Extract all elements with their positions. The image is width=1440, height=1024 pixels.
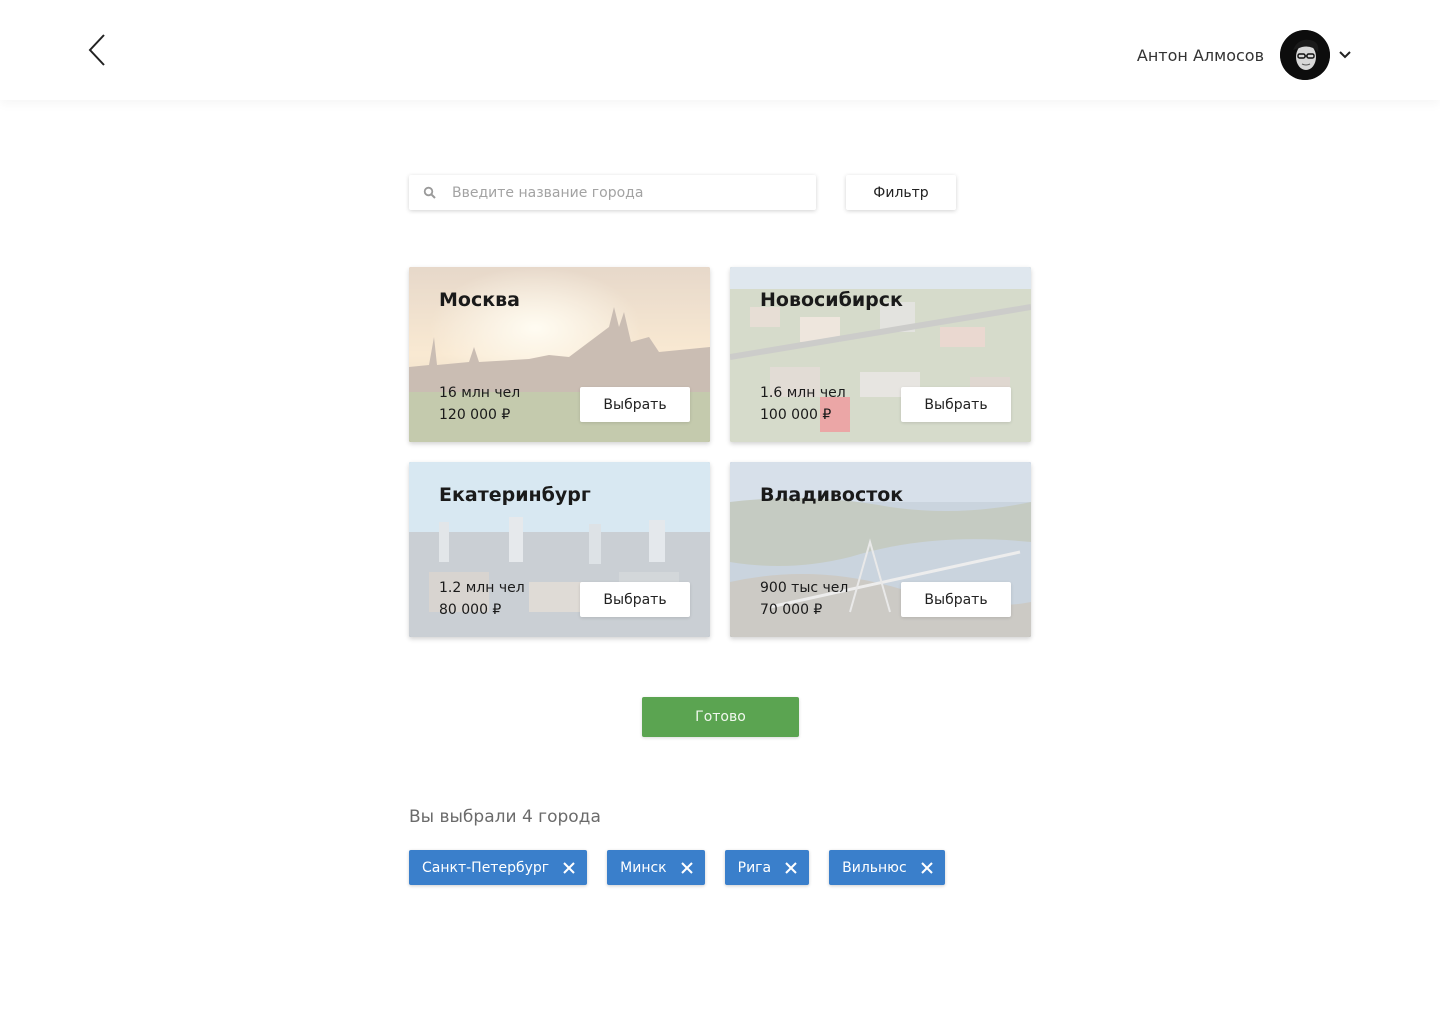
user-name: Антон Алмосов [1136, 45, 1264, 65]
select-city-button[interactable]: Выбрать [901, 582, 1011, 617]
chevron-down-icon[interactable] [1338, 48, 1352, 62]
city-population: 1.6 млн чел [760, 385, 846, 401]
city-chip: Санкт-Петербург [409, 850, 588, 885]
city-name: Владивосток [760, 484, 904, 506]
chip-label: Санкт-Петербург [422, 859, 550, 876]
city-info: 1.6 млн чел 100 000 ₽ [760, 382, 846, 426]
search-icon [423, 186, 436, 199]
user-photo [1280, 30, 1330, 80]
done-button[interactable]: Готово [642, 697, 799, 737]
city-price: 120 000 ₽ [439, 407, 511, 423]
city-info: 16 млн чел 120 000 ₽ [439, 382, 520, 426]
chip-label: Рига [737, 859, 772, 876]
city-population: 1.2 млн чел [439, 580, 525, 596]
city-population: 16 млн чел [439, 385, 521, 401]
chip-label: Вильнюс [842, 859, 907, 876]
filter-button[interactable]: Фильтр [846, 175, 956, 210]
avatar[interactable] [1280, 30, 1330, 80]
city-card-yekaterinburg: Екатеринбург 1.2 млн чел 80 000 ₽ Выбрат… [409, 462, 710, 637]
top-bar: Антон Алмосов [0, 0, 1440, 100]
city-info: 1.2 млн чел 80 000 ₽ [439, 577, 525, 621]
city-price: 80 000 ₽ [439, 602, 502, 618]
city-price: 100 000 ₽ [760, 407, 832, 423]
select-city-button[interactable]: Выбрать [580, 582, 690, 617]
city-card-moscow: Москва 16 млн чел 120 000 ₽ Выбрать [409, 267, 710, 442]
chip-label: Минск [620, 859, 667, 876]
city-name: Москва [439, 289, 520, 311]
city-card-vladivostok: Владивосток 900 тыс чел 70 000 ₽ Выбрать [730, 462, 1031, 637]
close-icon[interactable] [920, 861, 933, 874]
chevron-left-icon [88, 34, 105, 66]
user-menu[interactable]: Антон Алмосов [1137, 30, 1352, 80]
close-icon[interactable] [563, 861, 575, 874]
city-population: 900 тыс чел [760, 580, 849, 596]
city-chip: Вильнюс [829, 850, 945, 885]
city-name: Екатеринбург [439, 484, 591, 506]
close-icon[interactable] [680, 861, 693, 874]
city-chip: Рига [724, 850, 810, 885]
select-city-button[interactable]: Выбрать [580, 387, 690, 422]
search-input[interactable] [452, 184, 792, 201]
selected-cities: Санкт-Петербург Минск Рига Вильнюс [409, 850, 965, 885]
city-search [409, 175, 816, 210]
city-chip: Минск [607, 850, 705, 885]
city-name: Новосибирск [760, 289, 903, 311]
city-info: 900 тыс чел 70 000 ₽ [760, 577, 848, 621]
back-button[interactable] [84, 30, 114, 70]
select-city-button[interactable]: Выбрать [901, 387, 1011, 422]
city-card-novosibirsk: Новосибирск 1.6 млн чел 100 000 ₽ Выбрат… [730, 267, 1031, 442]
city-price: 70 000 ₽ [760, 602, 823, 618]
selected-count-label: Вы выбрали 4 города [409, 807, 601, 827]
close-icon[interactable] [785, 861, 797, 874]
